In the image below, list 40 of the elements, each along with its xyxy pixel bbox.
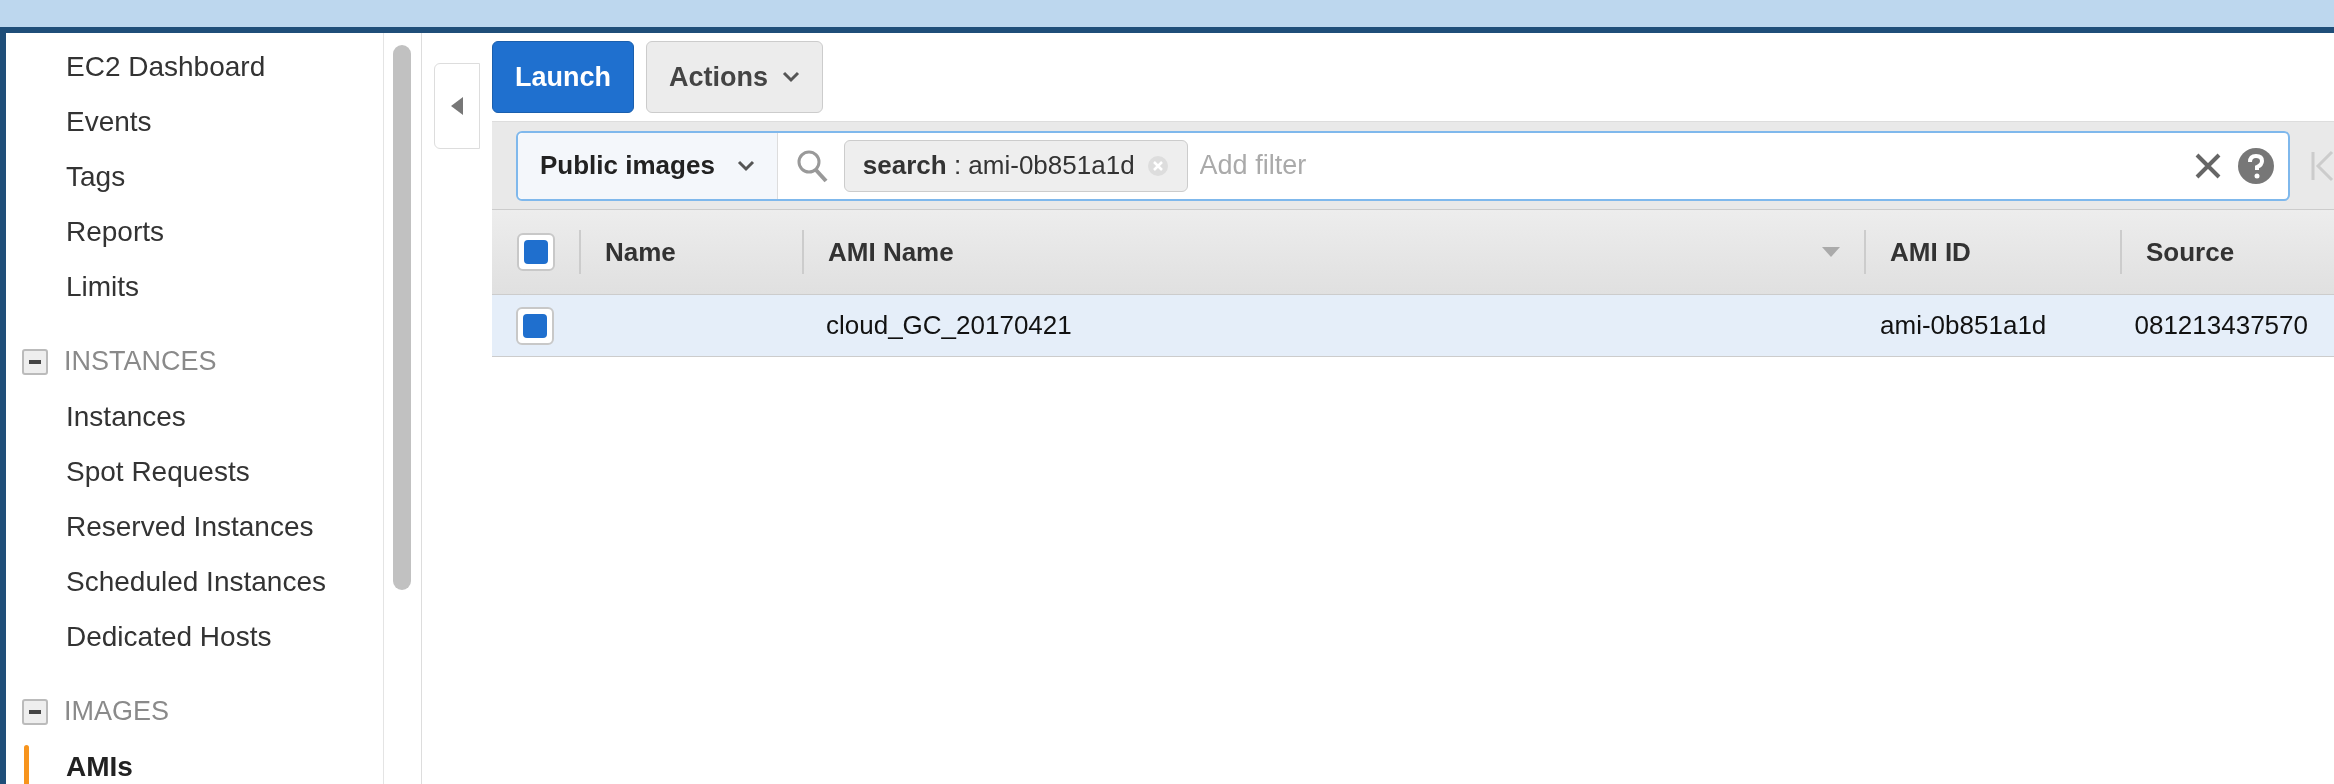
table-cell: ami-0b851a1d (1880, 310, 2047, 340)
search-icon (795, 148, 828, 183)
filter-input[interactable]: Add filter (1199, 145, 2194, 186)
sidebar-link[interactable]: Limits (66, 265, 140, 308)
table-row[interactable]: cloud_GC_20170421 ami-0b851a1d 081213437570 (492, 295, 2334, 357)
scrollbar[interactable] (393, 45, 411, 590)
help-icon[interactable] (2238, 147, 2274, 184)
close-icon[interactable] (2194, 151, 2222, 180)
column-header[interactable]: Source (2120, 230, 2334, 274)
chevron-down-icon (782, 71, 801, 83)
sidebar-link[interactable]: Reserved Instances (66, 505, 314, 548)
sidebar-link[interactable]: AMIs (66, 745, 133, 784)
sidebar-link[interactable]: Dedicated Hosts (66, 615, 272, 658)
table-cell: 081213437570 (2134, 310, 2308, 340)
actions-button[interactable]: Actions (646, 41, 824, 113)
launch-button[interactable]: Launch (492, 41, 634, 113)
scope-dropdown[interactable]: Public images (518, 132, 778, 199)
collapse-toggle[interactable] (22, 348, 48, 375)
checkbox[interactable] (516, 233, 555, 271)
section-heading: IMAGES (64, 695, 170, 729)
collapse-sidebar-button[interactable] (434, 63, 480, 149)
column-header[interactable]: Name (579, 230, 802, 274)
sidebar-link[interactable]: Tags (66, 155, 126, 198)
sidebar-link[interactable]: Reports (66, 210, 165, 253)
token-text: search : ami-0b851a1d (862, 149, 1135, 182)
sidebar-link[interactable]: Spot Requests (66, 450, 250, 493)
left-triangle-icon (451, 97, 463, 115)
filter-token[interactable]: search : ami-0b851a1d (843, 139, 1188, 192)
section-heading: INSTANCES (64, 345, 217, 379)
search-field[interactable]: Public images search : ami-0b851a1d Add filter (516, 130, 2290, 201)
chevron-down-icon (736, 159, 755, 172)
collapse-toggle[interactable] (22, 698, 48, 725)
column-header[interactable]: AMI Name (802, 230, 1864, 274)
table-cell: cloud_GC_20170421 (825, 310, 1072, 340)
checkbox[interactable] (516, 306, 555, 345)
column-header[interactable]: AMI ID (1864, 230, 2120, 274)
sidebar-link[interactable]: Scheduled Instances (66, 560, 326, 603)
sidebar-link[interactable]: Events (66, 100, 152, 143)
sidebar-link[interactable]: Instances (66, 395, 186, 438)
sidebar-link[interactable]: EC2 Dashboard (66, 45, 266, 88)
